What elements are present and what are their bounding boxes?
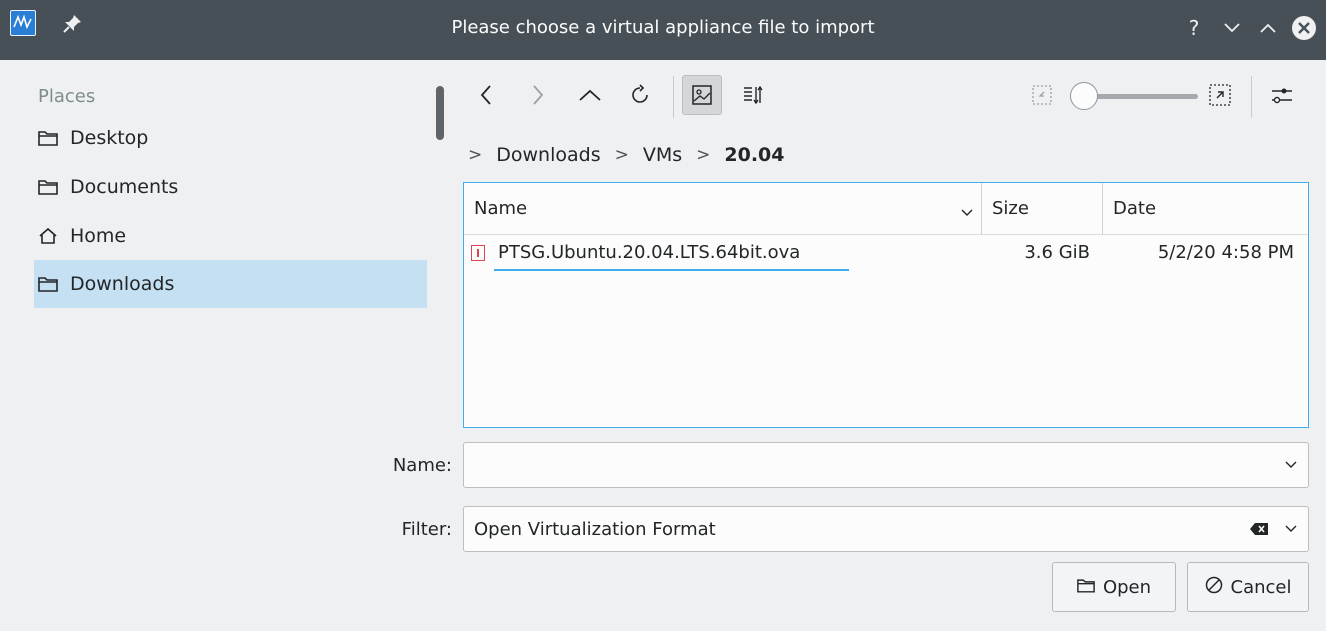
help-button[interactable]: ? [1176,10,1212,46]
home-icon [38,224,70,248]
close-circle-icon [1292,16,1316,40]
chevron-up-icon [1260,23,1276,33]
table-row[interactable]: PTSG.Ubuntu.20.04.LTS.64bit.ova 3.6 GiB … [464,235,1308,271]
chevron-right-icon: > [468,145,483,165]
column-header-name[interactable]: Name [464,183,982,235]
up-button[interactable] [570,75,610,115]
zoom-out-icon [1032,85,1052,105]
preview-toggle-button[interactable] [682,75,722,115]
file-list-view[interactable]: Name Size Date PTSG.Ubuntu.20.04.LTS.64b… [463,182,1309,428]
filter-value[interactable]: Open Virtualization Format [464,519,1244,540]
toolbar-separator [673,76,674,118]
places-item-label: Downloads [70,273,175,295]
open-button[interactable]: Open [1052,562,1176,612]
cancel-icon [1205,576,1223,599]
folder-icon [38,175,70,199]
maximize-button[interactable] [1250,10,1286,46]
chevron-right-icon[interactable]: > [696,145,710,165]
folder-open-icon [1077,577,1095,598]
minimize-button[interactable] [1214,10,1250,46]
folder-icon [38,272,70,296]
reload-button[interactable] [620,75,660,115]
filter-combobox[interactable]: Open Virtualization Format [463,506,1309,552]
places-splitter-handle[interactable] [436,86,444,140]
chevron-right-icon[interactable]: > [615,145,629,165]
zoom-slider-handle[interactable] [1070,82,1098,110]
column-header-label: Name [474,198,528,219]
reload-icon [632,84,648,103]
file-size: 3.6 GiB [1024,242,1090,263]
preview-icon [692,85,712,105]
places-item-home[interactable]: Home [34,212,427,260]
window-title: Please choose a virtual appliance file t… [451,17,875,38]
open-button-label: Open [1102,576,1152,598]
toolbar-separator [1251,76,1252,118]
places-item-documents[interactable]: Documents [34,163,427,211]
chevron-down-icon[interactable] [1274,525,1308,533]
filter-label: Filter: [401,519,452,540]
zoom-out-button[interactable] [1022,75,1062,115]
zoom-in-button[interactable] [1200,75,1240,115]
sort-icon [744,85,763,105]
file-date: 5/2/20 4:58 PM [1157,242,1294,263]
zoom-slider-track[interactable] [1086,94,1198,99]
breadcrumb: > Downloads > VMs > 20.04 [468,142,799,168]
column-header-label: Size [992,198,1029,219]
zoom-in-icon [1209,84,1231,106]
options-button[interactable] [1262,75,1302,115]
name-combobox[interactable] [463,442,1309,488]
chevron-down-icon [1224,23,1240,33]
file-name: PTSG.Ubuntu.20.04.LTS.64bit.ova [498,242,801,263]
chevron-down-icon[interactable] [1274,461,1308,469]
breadcrumb-item-downloads[interactable]: Downloads [496,144,600,166]
breadcrumb-item-current[interactable]: 20.04 [724,144,784,166]
back-icon [480,85,491,105]
back-button[interactable] [466,75,506,115]
places-item-label: Desktop [70,127,149,149]
forward-icon [533,85,544,105]
folder-icon [38,126,70,150]
breadcrumb-item-vms[interactable]: VMs [643,144,682,166]
column-header-date[interactable]: Date [1103,183,1308,235]
places-item-label: Home [70,225,127,247]
name-label: Name: [392,455,452,476]
help-label: ? [1188,16,1200,40]
cancel-button-label: Cancel [1230,576,1292,598]
cancel-button[interactable]: Cancel [1187,562,1309,612]
forward-button[interactable] [518,75,558,115]
close-button[interactable] [1286,10,1322,46]
column-header-label: Date [1113,198,1157,219]
places-heading: Places [38,86,96,107]
options-sliders-icon [1272,88,1292,104]
file-name-underline [494,269,849,271]
places-item-downloads[interactable]: Downloads [34,260,427,308]
column-header-size[interactable]: Size [982,183,1103,235]
sort-button[interactable] [732,75,772,115]
chevron-down-icon [961,201,973,222]
places-item-label: Documents [70,176,179,198]
clear-text-icon[interactable] [1244,522,1274,536]
ova-file-icon [471,245,485,261]
up-icon [579,89,601,101]
places-item-desktop[interactable]: Desktop [34,114,427,162]
